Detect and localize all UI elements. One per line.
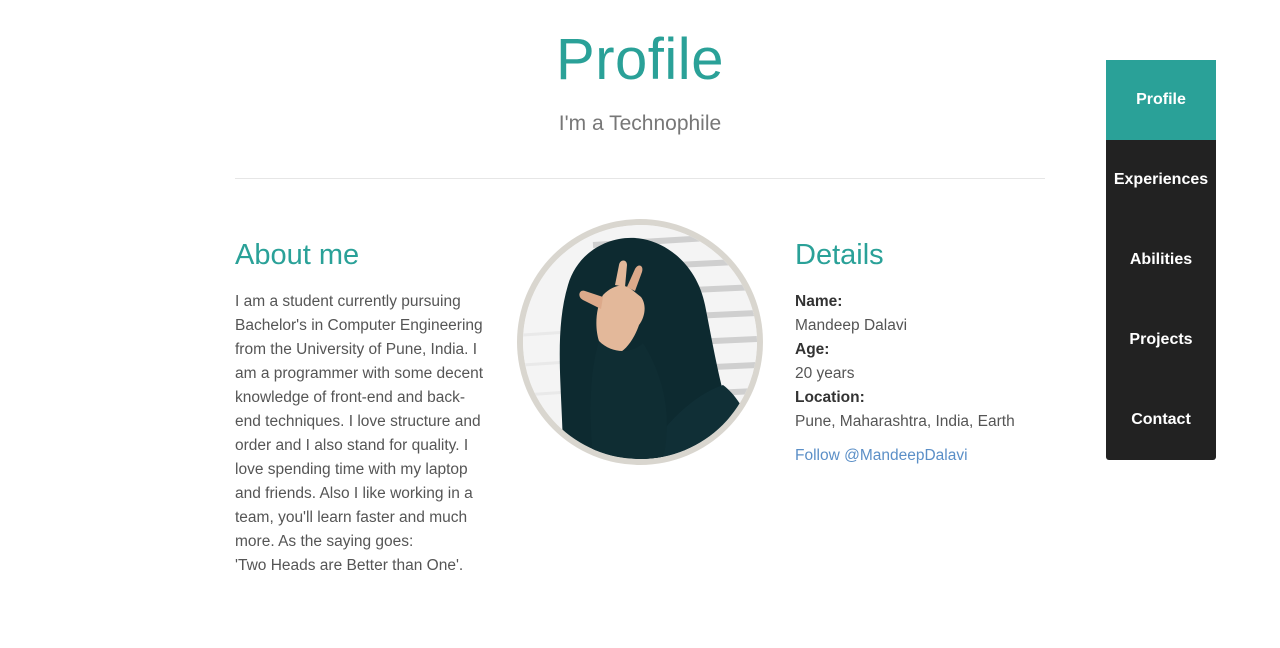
about-text: I am a student currently pursuing Bachel… bbox=[235, 290, 487, 578]
nav-item-experiences[interactable]: Experiences bbox=[1106, 140, 1216, 220]
hooded-person-illustration bbox=[523, 225, 757, 459]
follow-link[interactable]: Follow @MandeepDalavi bbox=[795, 444, 968, 468]
about-heading: About me bbox=[235, 239, 360, 271]
page-title: Profile bbox=[556, 27, 724, 92]
about-quote: 'Two Heads are Better than One'. bbox=[235, 557, 464, 574]
nav-item-contact[interactable]: Contact bbox=[1106, 380, 1216, 460]
profile-page: Profile I'm a Technophile About me I am … bbox=[0, 0, 1280, 648]
location-value: Pune, Maharashtra, India, Earth bbox=[795, 413, 1015, 430]
profile-photo-frame bbox=[517, 219, 763, 465]
name-value: Mandeep Dalavi bbox=[795, 317, 908, 334]
section-divider bbox=[235, 178, 1045, 179]
age-label: Age: bbox=[795, 341, 830, 358]
name-label: Name: bbox=[795, 293, 843, 310]
nav-item-projects[interactable]: Projects bbox=[1106, 300, 1216, 380]
side-navigation: Profile Experiences Abilities Projects C… bbox=[1106, 60, 1216, 460]
details-list: Name: Mandeep Dalavi Age: 20 years Locat… bbox=[795, 290, 1055, 434]
details-heading: Details bbox=[795, 239, 884, 271]
page-subtitle: I'm a Technophile bbox=[558, 112, 722, 135]
nav-item-profile[interactable]: Profile bbox=[1106, 60, 1216, 140]
about-paragraph: I am a student currently pursuing Bachel… bbox=[235, 293, 484, 550]
profile-photo bbox=[523, 225, 757, 459]
location-label: Location: bbox=[795, 389, 865, 406]
nav-item-abilities[interactable]: Abilities bbox=[1106, 220, 1216, 300]
age-value: 20 years bbox=[795, 365, 855, 382]
